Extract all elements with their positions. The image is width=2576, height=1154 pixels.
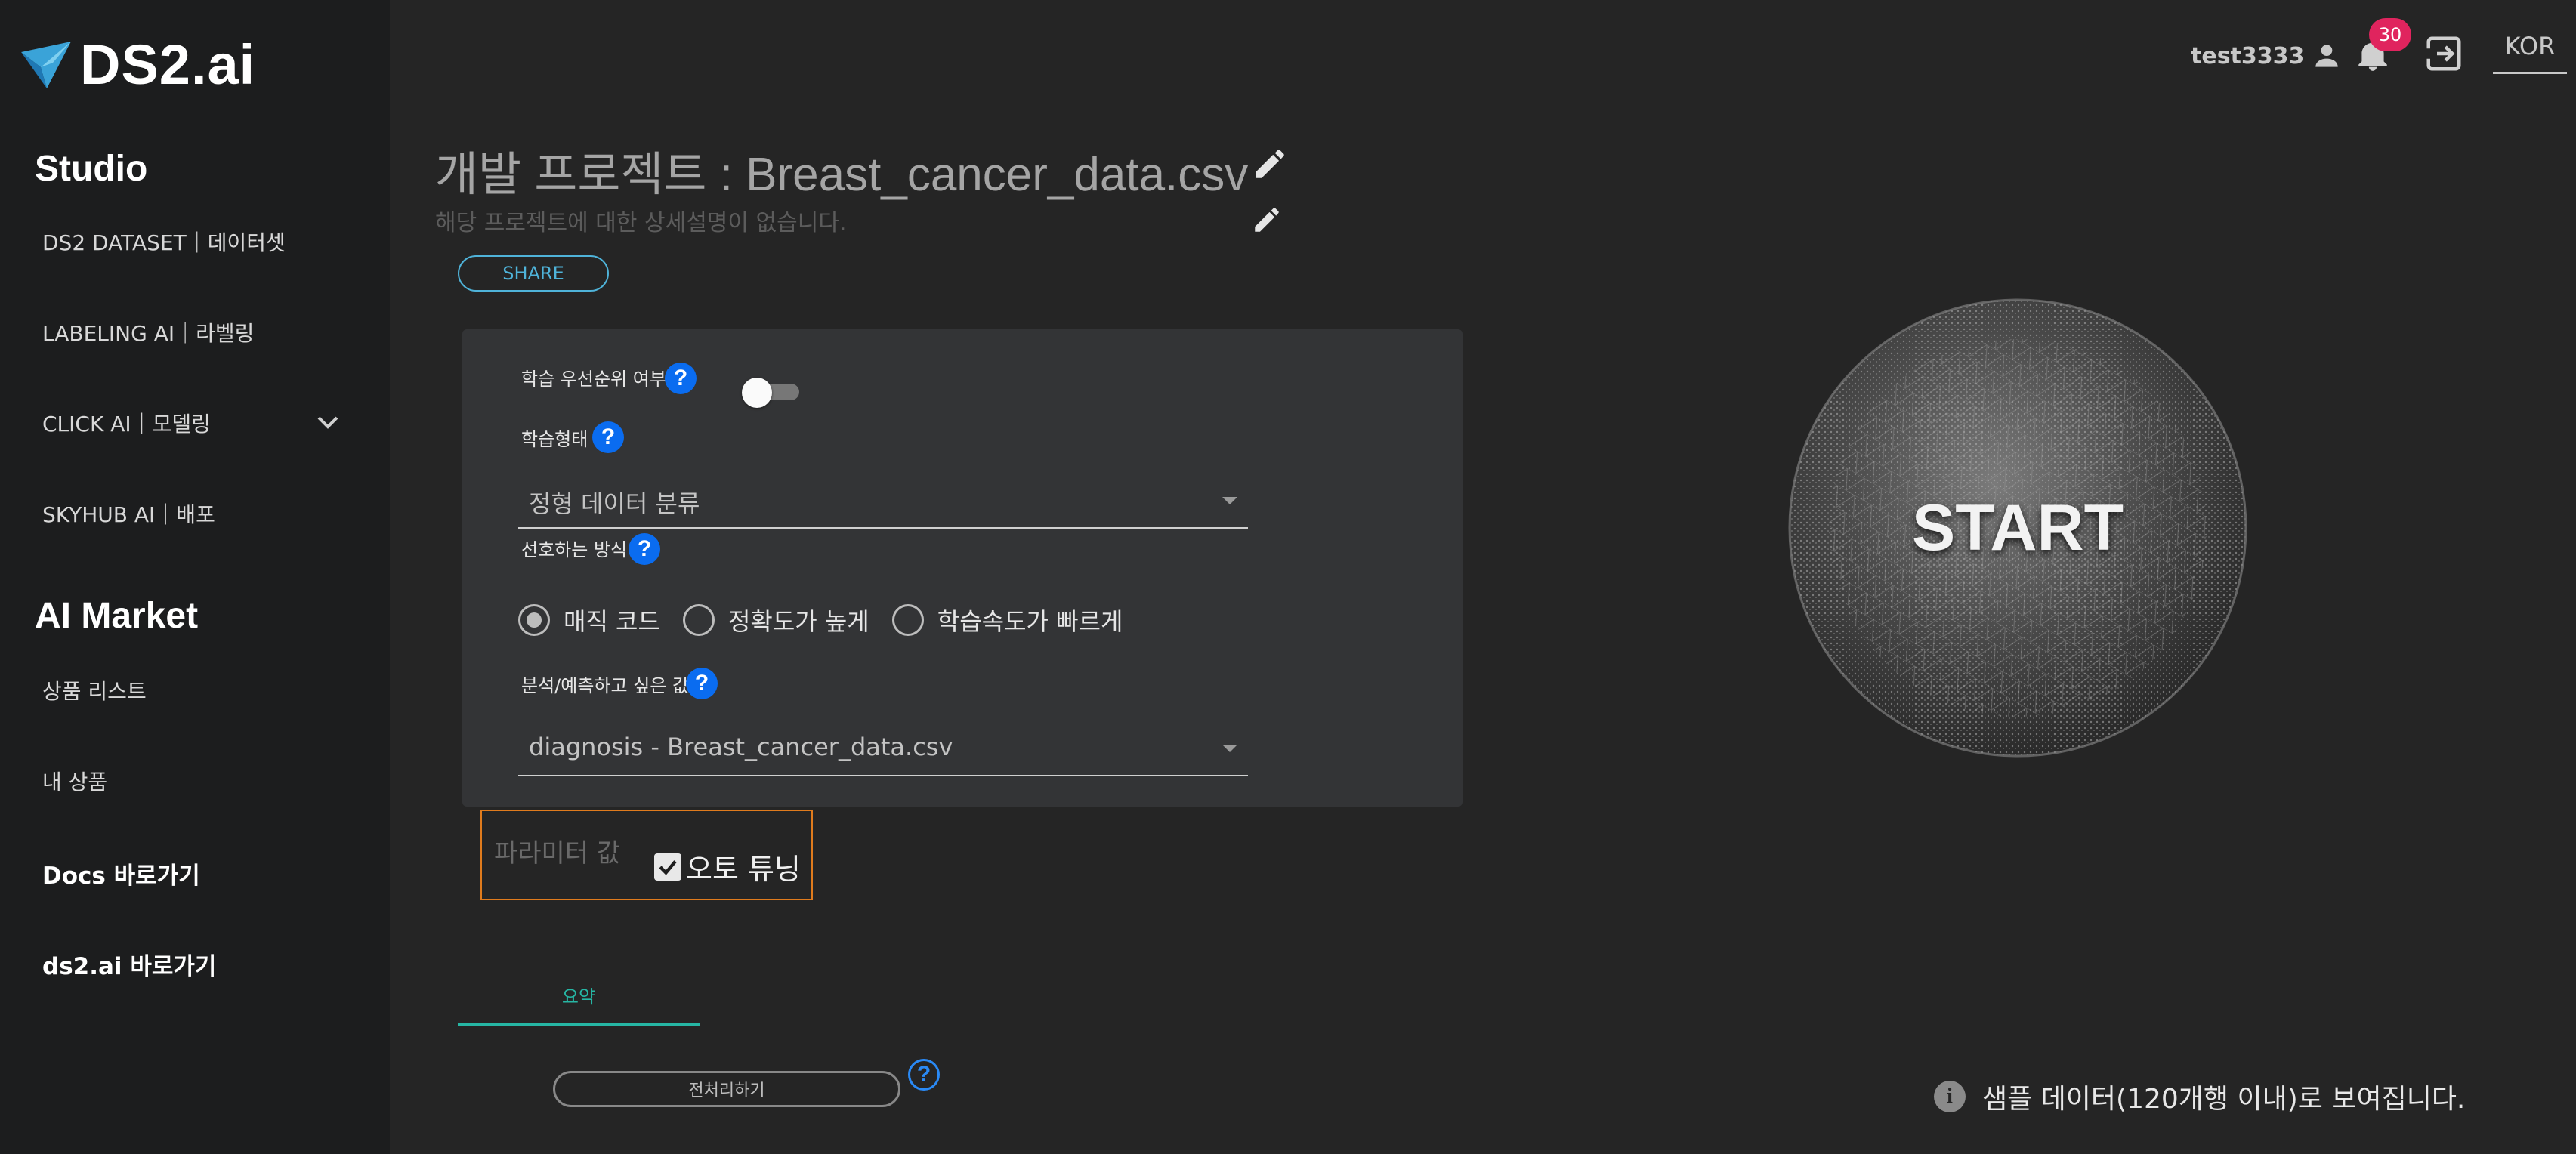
sidebar-link-ds2ai[interactable]: ds2.ai 바로가기 [42, 947, 216, 981]
sidebar: DS2.ai Studio DS2 DATASET｜데이터셋 LABELING … [0, 0, 390, 1154]
method-radio-accuracy[interactable]: 정확도가 높게 [682, 603, 869, 637]
priority-toggle[interactable] [742, 378, 802, 408]
train-type-label: 학습형태 [521, 429, 588, 450]
method-radio-group: 매직 코드 정확도가 높게 학습속도가 빠르게 [518, 603, 1145, 637]
start-label: START [1911, 491, 2124, 564]
ds2-logo-icon [21, 42, 71, 88]
autotune-checkbox[interactable]: 오토 튜닝 [654, 846, 801, 887]
sidebar-item-product-list[interactable]: 상품 리스트 [42, 675, 147, 705]
edit-description-icon[interactable] [1251, 204, 1283, 236]
sample-info: i 샘플 데이터(120개행 이내)로 보여집니다. [1934, 1077, 2465, 1116]
tab-summary[interactable]: 요약 [458, 974, 700, 1026]
project-title: 개발 프로젝트 : Breast_cancer_data.csv [435, 149, 1249, 201]
logout-icon[interactable] [2423, 33, 2464, 74]
autotune-label: 오토 튜닝 [686, 853, 801, 886]
sample-info-text: 샘플 데이터(120개행 이내)로 보여집니다. [1982, 1084, 2466, 1115]
start-button[interactable]: START [1787, 298, 2248, 758]
preprocess-help-icon[interactable]: ? [908, 1059, 940, 1091]
priority-help-icon[interactable]: ? [665, 363, 697, 394]
checkmark-icon [659, 859, 677, 875]
priority-label: 학습 우선순위 여부 [521, 369, 666, 390]
method-label-accuracy: 정확도가 높게 [727, 607, 869, 636]
target-label: 분석/예측하고 싶은 값 [521, 675, 690, 696]
checkbox-checked-icon [654, 853, 681, 881]
radio-circle [518, 604, 550, 636]
share-button[interactable]: SHARE [458, 255, 609, 292]
method-help-icon[interactable]: ? [629, 533, 660, 565]
method-label: 선호하는 방식 [521, 539, 628, 560]
sidebar-item-dataset[interactable]: DS2 DATASET｜데이터셋 [42, 227, 286, 257]
radio-circle [682, 604, 715, 636]
sidebar-heading-studio: Studio [35, 149, 148, 189]
sidebar-item-labeling[interactable]: LABELING AI｜라벨링 [42, 317, 254, 347]
sidebar-heading-ai-market: AI Market [35, 596, 199, 636]
sidebar-item-skyhub[interactable]: SKYHUB AI｜배포 [42, 498, 215, 529]
info-icon: i [1934, 1081, 1966, 1112]
user-menu[interactable]: test3333 [2191, 39, 2343, 73]
method-radio-magic-code[interactable]: 매직 코드 [518, 603, 660, 637]
chevron-down-icon[interactable] [313, 412, 343, 434]
sidebar-item-click-ai[interactable]: CLICK AI｜모델링 [42, 408, 211, 438]
app-root: DS2.ai Studio DS2 DATASET｜데이터셋 LABELING … [0, 0, 2576, 1154]
project-description: 해당 프로젝트에 대한 상세설명이 없습니다. [435, 210, 847, 236]
parameter-box: 파라미터 값 오토 튜닝 [480, 810, 813, 900]
train-type-help-icon[interactable]: ? [592, 421, 624, 453]
target-help-icon[interactable]: ? [686, 668, 718, 699]
target-select[interactable]: diagnosis - Breast_cancer_data.csv [518, 722, 1248, 776]
person-icon [2315, 45, 2339, 67]
brand-name: DS2.ai [80, 32, 256, 96]
toggle-knob [742, 378, 772, 408]
sidebar-link-docs[interactable]: Docs 바로가기 [42, 856, 200, 890]
preprocess-button[interactable]: 전처리하기 [553, 1071, 900, 1107]
method-label-speed: 학습속도가 빠르게 [937, 607, 1123, 636]
dropdown-caret-icon [1222, 497, 1237, 504]
username: test3333 [2191, 42, 2305, 69]
train-type-value: 정형 데이터 분류 [529, 489, 700, 518]
train-type-select[interactable]: 정형 데이터 분류 [518, 474, 1248, 529]
target-value: diagnosis - Breast_cancer_data.csv [529, 733, 953, 761]
radio-circle [891, 604, 924, 636]
method-label-magic-code: 매직 코드 [564, 607, 660, 636]
sidebar-item-my-products[interactable]: 내 상품 [42, 766, 107, 796]
method-radio-speed[interactable]: 학습속도가 빠르게 [891, 603, 1123, 637]
parameter-placeholder[interactable]: 파라미터 값 [494, 832, 620, 869]
edit-title-icon[interactable] [1251, 145, 1289, 183]
brand-logo[interactable]: DS2.ai [18, 23, 255, 106]
notification-badge: 30 [2369, 18, 2411, 51]
radio-dot [527, 612, 542, 628]
language-selector[interactable]: KOR [2493, 29, 2567, 74]
dropdown-caret-icon [1222, 745, 1237, 752]
